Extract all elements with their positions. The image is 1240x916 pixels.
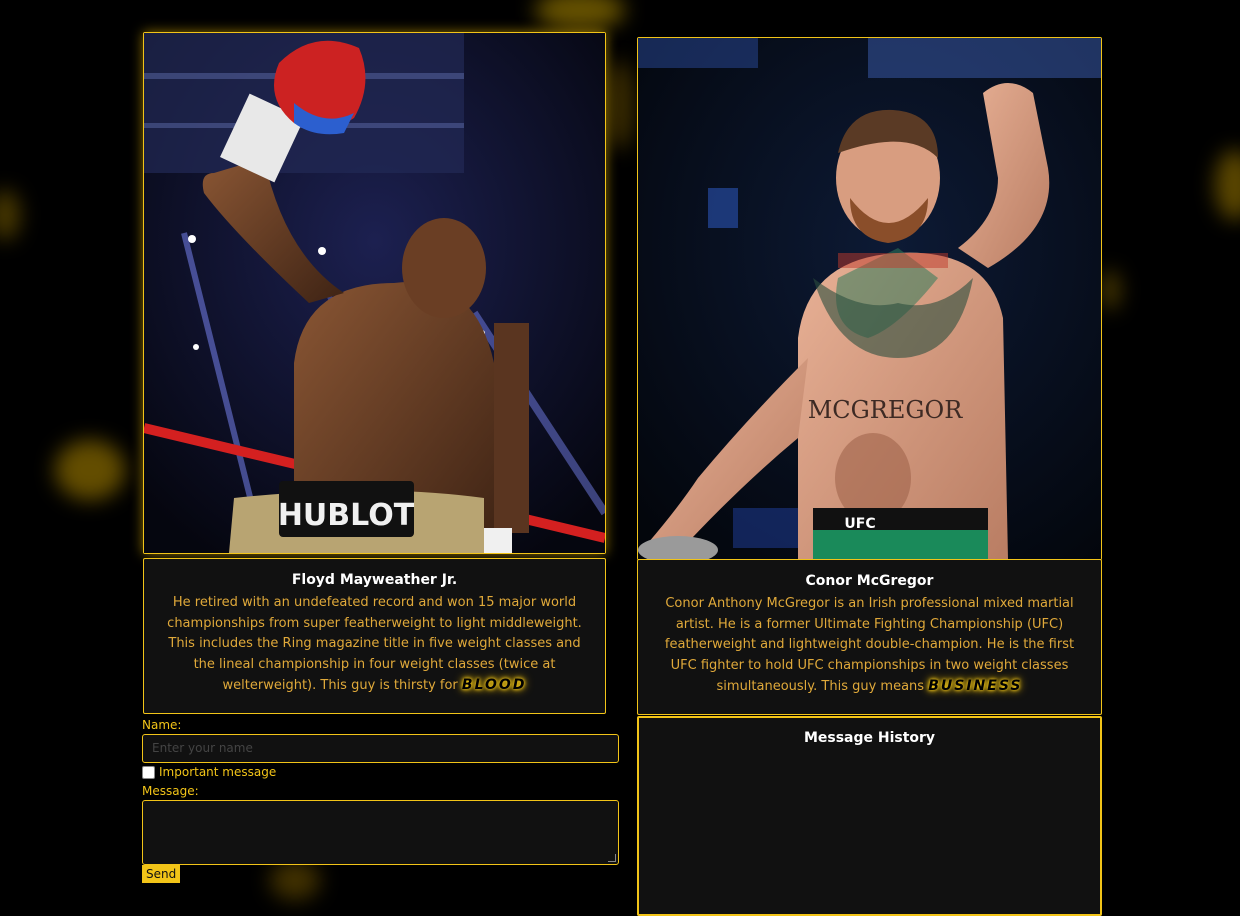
fighter-bio: Conor Anthony McGregor is an Irish profe… xyxy=(664,596,1075,694)
fighter-caption-mayweather: Floyd Mayweather Jr. He retired with an … xyxy=(143,558,606,714)
fighter-name: Floyd Mayweather Jr. xyxy=(291,572,458,588)
background-light xyxy=(55,440,125,500)
background-light xyxy=(1215,150,1240,220)
fighter-photo-mcgregor: MCGREGOR UFC xyxy=(638,38,1101,559)
send-button[interactable]: Send xyxy=(142,865,181,883)
tattoo-text: MCGREGOR xyxy=(808,396,964,424)
fighter-photo-mayweather: HUBLOT xyxy=(144,33,605,553)
fighter-name: Conor McGregor xyxy=(805,573,934,589)
fighter-bio: He retired with an undefeated record and… xyxy=(167,595,582,693)
background-light xyxy=(0,190,20,240)
name-input[interactable]: Enter your name xyxy=(142,734,619,763)
background-light xyxy=(1100,270,1120,310)
fighter-card-mcgregor: MCGREGOR UFC xyxy=(637,37,1102,560)
important-label[interactable]: Important message xyxy=(159,765,276,779)
background-light xyxy=(535,0,625,30)
ufc-logo-text: UFC xyxy=(844,516,875,532)
message-textarea[interactable] xyxy=(142,800,619,865)
resize-handle-icon[interactable] xyxy=(608,854,616,862)
important-checkbox[interactable] xyxy=(142,766,155,779)
message-label: Message: xyxy=(142,784,199,798)
fighter-card-mayweather: HUBLOT xyxy=(143,32,606,554)
message-history-panel: Message History xyxy=(637,716,1102,916)
name-placeholder: Enter your name xyxy=(152,741,253,755)
fighter-emphasis: BUSINESS xyxy=(928,678,1023,694)
background-light xyxy=(270,860,320,900)
fighter-emphasis: BLOOD xyxy=(461,677,527,693)
trunks-brand-text: HUBLOT xyxy=(278,498,415,533)
fighter-caption-mcgregor: Conor McGregor Conor Anthony McGregor is… xyxy=(637,559,1102,715)
name-label: Name: xyxy=(142,718,182,732)
message-history-title: Message History xyxy=(803,730,936,746)
background-light xyxy=(605,60,635,150)
